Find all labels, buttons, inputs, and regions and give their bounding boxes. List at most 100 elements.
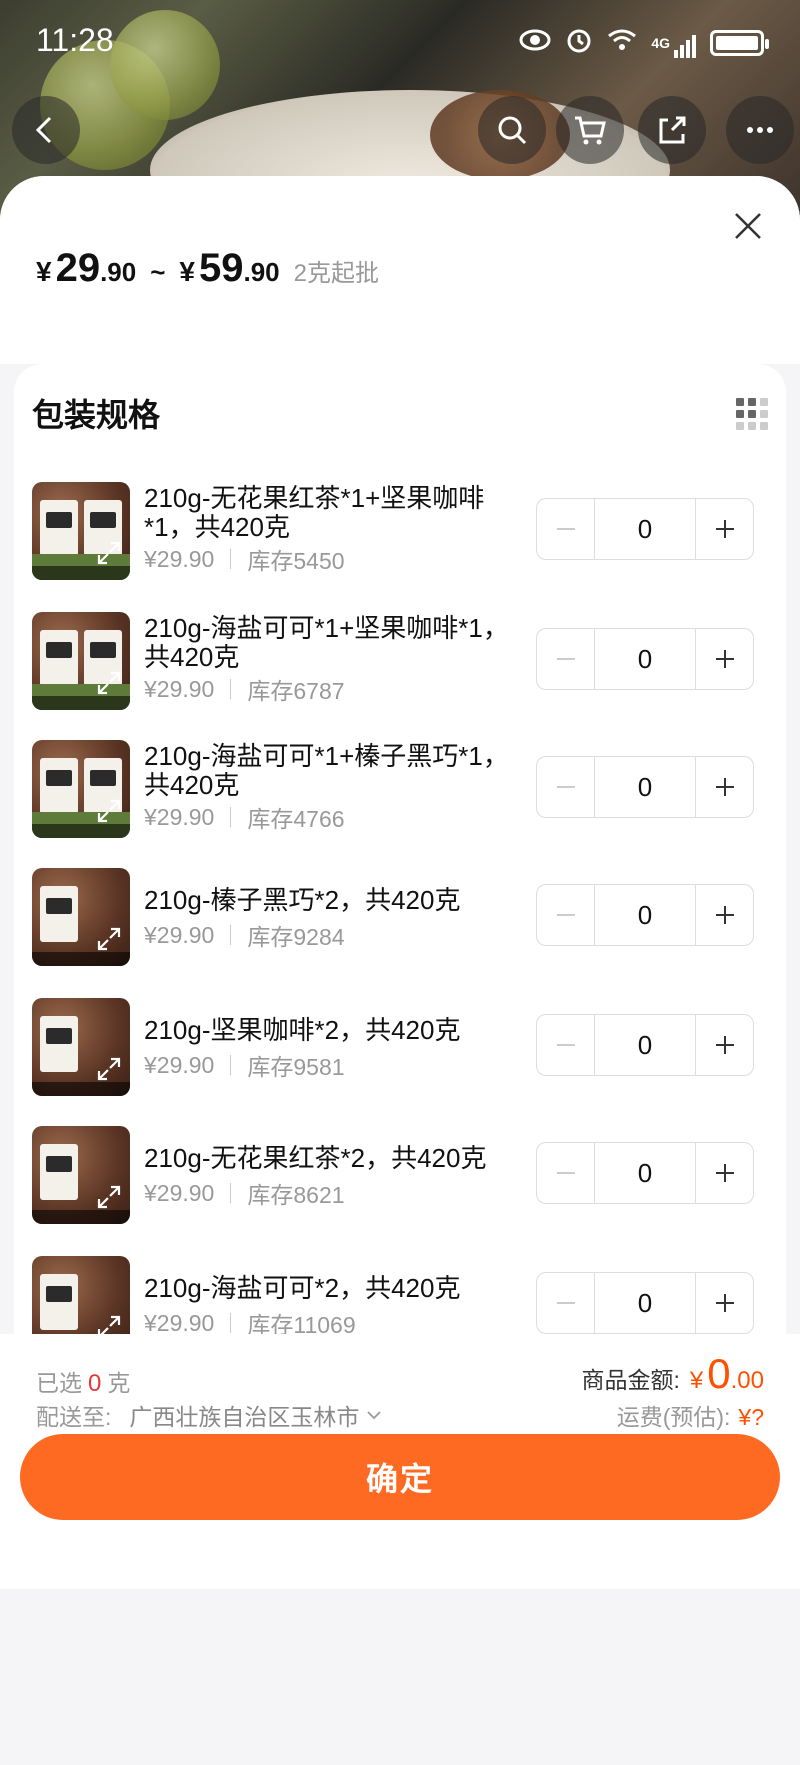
minus-icon [556,786,575,788]
plus-icon [715,520,734,538]
item-price: ¥29.90 [144,1179,215,1206]
minus-icon [556,528,575,530]
item-stock: 库存5450 [247,548,345,574]
amount-summary: 商品金额: ¥ 0 .00 [582,1350,764,1398]
product-thumbnail[interactable] [32,868,130,966]
list-item: 210g-坚果咖啡*2，共420克 ¥29.90 库存9581 0 [32,998,772,1098]
plus-icon [715,1294,734,1312]
close-icon[interactable] [728,206,768,246]
quantity-input[interactable]: 0 [595,629,695,689]
ship-address: 广西壮族自治区玉林市 [129,1404,360,1430]
price-high-decimal: .90 [243,257,280,287]
expand-icon[interactable] [96,1184,122,1210]
selected-unit: 克 [107,1370,131,1396]
plus-icon [715,906,734,924]
search-icon [498,116,527,145]
product-thumbnail[interactable] [32,998,130,1096]
decrease-button[interactable] [537,1143,595,1203]
decrease-button[interactable] [537,757,595,817]
price-range-separator: ~ [150,257,166,287]
increase-button[interactable] [695,757,753,817]
amount-currency: ¥ [689,1367,704,1394]
plus-icon [715,650,734,668]
item-meta: ¥29.90 库存9581 [144,1048,345,1082]
sheet-header: ¥ 29 .90 ~ ¥ 59 .90 2克起批 [0,176,800,364]
shipping-address[interactable]: 配送至: 广西壮族自治区玉林市 [36,1398,383,1432]
decrease-button[interactable] [537,885,595,945]
chevron-left-icon [35,116,52,144]
eye-icon [519,28,551,58]
product-thumbnail[interactable] [32,1126,130,1224]
more-button[interactable] [726,96,794,164]
increase-button[interactable] [695,1015,753,1075]
item-stock: 库存9581 [247,1054,345,1080]
item-price: ¥29.90 [144,921,215,948]
status-icons: 4G [519,26,769,60]
item-price: ¥29.90 [144,1051,215,1078]
status-bar: 11:28 4G [0,0,800,80]
currency-symbol: ¥ [36,256,52,287]
quantity-input[interactable]: 0 [595,757,695,817]
item-meta: ¥29.90 库存6787 [144,672,345,706]
cart-button[interactable] [556,96,624,164]
decrease-button[interactable] [537,629,595,689]
minus-icon [556,914,575,916]
item-price: ¥29.90 [144,803,215,830]
item-meta: ¥29.90 库存5450 [144,542,345,576]
increase-button[interactable] [695,1273,753,1333]
selected-label: 已选 [36,1370,82,1396]
spec-card: 包装规格 210g-无花果红茶*1+坚果咖啡*1，共420克 ¥29.90 库存54… [14,364,786,1477]
product-thumbnail[interactable] [32,612,130,710]
increase-button[interactable] [695,629,753,689]
quantity-stepper: 0 [536,1272,754,1334]
increase-button[interactable] [695,885,753,945]
price-low-decimal: .90 [100,257,137,287]
quantity-input[interactable]: 0 [595,1273,695,1333]
grid-view-icon[interactable] [736,398,768,430]
decrease-button[interactable] [537,1273,595,1333]
selected-summary: 已选 0 克 [36,1364,130,1398]
product-thumbnail[interactable] [32,482,130,580]
price-range: ¥ 29 .90 ~ ¥ 59 .90 2克起批 [36,246,379,291]
cart-icon [575,116,606,145]
item-name: 210g-海盐可可*1+榛子黑巧*1，共420克 [144,741,509,800]
list-item: 210g-海盐可可*1+坚果咖啡*1，共420克 ¥29.90 库存6787 0 [32,612,772,712]
plus-icon [715,778,734,796]
increase-button[interactable] [695,1143,753,1203]
item-name: 210g-海盐可可*2，共420克 [144,1273,461,1303]
quantity-stepper: 0 [536,884,754,946]
alarm-icon [565,26,593,60]
share-button[interactable] [638,96,706,164]
list-item: 210g-无花果红茶*2，共420克 ¥29.90 库存8621 0 [32,1126,772,1226]
item-name: 210g-坚果咖啡*2，共420克 [144,1015,461,1045]
minus-icon [556,1302,575,1304]
more-icon [747,127,773,133]
expand-icon[interactable] [96,1056,122,1082]
expand-icon[interactable] [96,798,122,824]
decrease-button[interactable] [537,1015,595,1075]
quantity-input[interactable]: 0 [595,1015,695,1075]
list-item: 210g-海盐可可*1+榛子黑巧*1，共420克 ¥29.90 库存4766 0 [32,740,772,840]
search-button[interactable] [478,96,546,164]
quantity-input[interactable]: 0 [595,885,695,945]
decrease-button[interactable] [537,499,595,559]
quantity-input[interactable]: 0 [595,499,695,559]
confirm-button[interactable]: 确定 [20,1434,780,1520]
back-button[interactable] [12,96,80,164]
ship-label: 配送至: [36,1404,112,1430]
increase-button[interactable] [695,499,753,559]
plus-icon [715,1036,734,1054]
chevron-down-icon [367,1411,382,1420]
expand-icon[interactable] [96,540,122,566]
expand-icon[interactable] [96,670,122,696]
item-price: ¥29.90 [144,1309,215,1336]
currency-symbol: ¥ [179,256,195,287]
quantity-stepper: 0 [536,1014,754,1076]
battery-icon [710,30,769,56]
quantity-input[interactable]: 0 [595,1143,695,1203]
price-high-integer: 59 [199,246,244,290]
item-stock: 库存6787 [247,678,345,704]
expand-icon[interactable] [96,926,122,952]
item-stock: 库存4766 [247,806,345,832]
product-thumbnail[interactable] [32,740,130,838]
